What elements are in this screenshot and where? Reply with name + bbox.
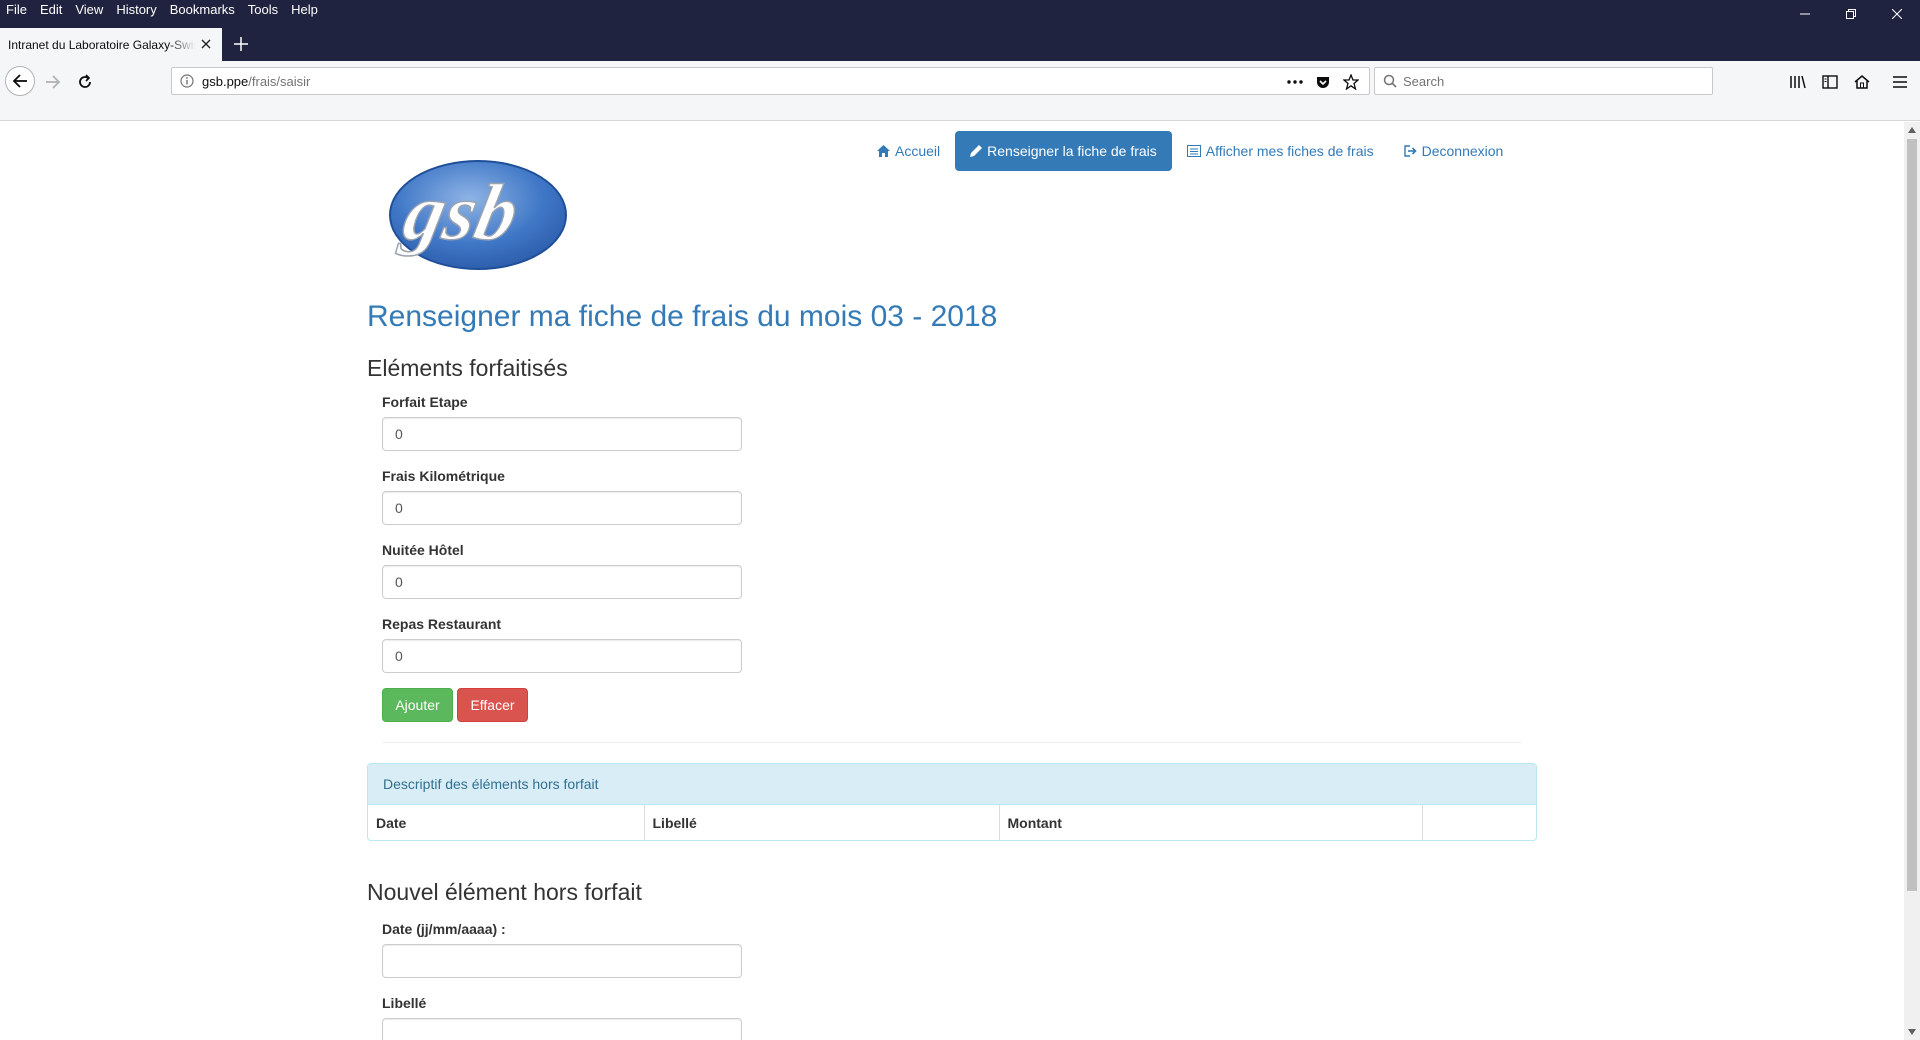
- url-bar[interactable]: gsb.ppe/frais/saisir: [171, 67, 1370, 95]
- clear-button[interactable]: Effacer: [457, 688, 528, 722]
- menu-button[interactable]: [1885, 67, 1915, 97]
- label-forfait-etape: Forfait Etape: [382, 394, 468, 410]
- label-repas-restaurant: Repas Restaurant: [382, 616, 502, 632]
- column-header-actions: [1422, 805, 1536, 840]
- label-frais-kilometrique: Frais Kilométrique: [382, 468, 505, 484]
- site-info-icon[interactable]: [172, 67, 202, 95]
- forward-button[interactable]: [38, 67, 68, 97]
- column-header-montant: Montant: [999, 805, 1423, 840]
- search-bar[interactable]: [1374, 67, 1713, 95]
- menu-tools[interactable]: Tools: [242, 0, 285, 20]
- reload-button[interactable]: [70, 67, 100, 97]
- pocket-button[interactable]: [1309, 71, 1337, 93]
- column-header-date: Date: [368, 805, 645, 840]
- url-text: gsb.ppe/frais/saisir: [202, 74, 310, 89]
- bookmark-star-button[interactable]: [1337, 71, 1365, 93]
- restore-button[interactable]: [1828, 0, 1874, 28]
- divider: [382, 742, 1522, 743]
- off-package-table: Date Libellé Montant: [368, 805, 1536, 840]
- home-button[interactable]: [1847, 67, 1877, 97]
- library-button[interactable]: [1783, 67, 1813, 97]
- page-scrollbar[interactable]: [1904, 122, 1920, 1040]
- web-page: gsb Accueil Renseigner la fiche de frais…: [0, 122, 1904, 1040]
- label-new-date: Date (jj/mm/aaaa) :: [382, 921, 506, 937]
- scroll-down-button[interactable]: [1904, 1024, 1920, 1040]
- gsb-logo: gsb: [389, 160, 567, 270]
- arrow-right-icon: [46, 75, 61, 89]
- input-new-date[interactable]: [382, 944, 742, 978]
- section-title-fixed: Eléments forfaitisés: [367, 355, 568, 381]
- nav-logout-link[interactable]: Deconnexion: [1389, 131, 1519, 171]
- nav-view-expenses-label: Afficher mes fiches de frais: [1205, 143, 1374, 159]
- menu-view[interactable]: View: [69, 0, 110, 20]
- menu-file[interactable]: File: [0, 0, 34, 20]
- home-icon: [1854, 75, 1870, 89]
- sidebar-icon: [1822, 75, 1838, 89]
- section-title-new: Nouvel élément hors forfait: [367, 879, 642, 905]
- column-header-libelle: Libellé: [644, 805, 1000, 840]
- minimize-button[interactable]: [1782, 0, 1828, 28]
- back-button[interactable]: [5, 66, 35, 96]
- page-actions-button[interactable]: [1281, 71, 1309, 93]
- arrow-left-icon: [12, 74, 27, 88]
- library-icon: [1790, 75, 1806, 89]
- navigation-toolbar: gsb.ppe/frais/saisir: [0, 61, 1920, 121]
- pencil-icon: [970, 145, 983, 157]
- search-input[interactable]: [1403, 73, 1693, 89]
- window-controls: [1782, 0, 1920, 28]
- menu-history[interactable]: History: [110, 0, 163, 20]
- table-header-row: Date Libellé Montant: [368, 805, 1536, 840]
- minimize-icon: [1800, 13, 1810, 15]
- off-package-panel: Descriptif des éléments hors forfait Dat…: [367, 763, 1537, 841]
- search-icon: [1383, 74, 1397, 88]
- tab-title: Intranet du Laboratoire Galaxy-Swiss Bou…: [8, 37, 196, 52]
- nav-enter-expense-link[interactable]: Renseigner la fiche de frais: [955, 131, 1172, 171]
- home-icon: [877, 145, 890, 157]
- url-domain: gsb.ppe: [202, 73, 249, 89]
- pocket-icon: [1317, 77, 1329, 88]
- panel-heading: Descriptif des éléments hors forfait: [368, 764, 1536, 805]
- menu-edit[interactable]: Edit: [34, 0, 69, 20]
- scrollbar-thumb[interactable]: [1907, 139, 1917, 891]
- input-forfait-etape[interactable]: [382, 417, 742, 451]
- new-tab-button[interactable]: [230, 33, 252, 55]
- input-nuitee-hotel[interactable]: [382, 565, 742, 599]
- menu-help[interactable]: Help: [285, 0, 325, 20]
- plus-icon: [234, 37, 248, 51]
- tab-close-button[interactable]: [198, 36, 214, 52]
- browser-tab[interactable]: Intranet du Laboratoire Galaxy-Swiss Bou…: [0, 28, 222, 61]
- add-button[interactable]: Ajouter: [382, 688, 453, 722]
- window-titlebar: File Edit View History Bookmarks Tools H…: [0, 0, 1920, 61]
- label-new-libelle: Libellé: [382, 995, 427, 1011]
- nav-logout-label: Deconnexion: [1421, 143, 1504, 159]
- url-path: /frais/saisir: [248, 73, 311, 89]
- restore-icon: [1846, 9, 1856, 19]
- input-repas-restaurant[interactable]: [382, 639, 742, 673]
- scroll-up-button[interactable]: [1904, 122, 1920, 138]
- logout-icon: [1403, 145, 1417, 157]
- close-window-button[interactable]: [1874, 0, 1920, 28]
- input-new-libelle[interactable]: [382, 1018, 742, 1040]
- close-icon: [201, 39, 211, 49]
- chevron-up-icon: [1908, 127, 1916, 133]
- input-frais-kilometrique[interactable]: [382, 491, 742, 525]
- page-title: Renseigner ma fiche de frais du mois 03 …: [367, 300, 998, 333]
- sidebar-button[interactable]: [1815, 67, 1845, 97]
- menu-bookmarks[interactable]: Bookmarks: [164, 0, 242, 20]
- more-icon: [1287, 80, 1303, 84]
- hamburger-icon: [1893, 76, 1907, 88]
- star-icon: [1343, 74, 1359, 90]
- close-icon: [1892, 9, 1902, 19]
- nav-home-link[interactable]: Accueil: [862, 131, 955, 171]
- logo-text: gsb: [394, 169, 526, 257]
- label-nuitee-hotel: Nuitée Hôtel: [382, 542, 464, 558]
- nav-home-label: Accueil: [895, 143, 941, 159]
- chevron-down-icon: [1908, 1029, 1916, 1035]
- reload-icon: [79, 74, 91, 88]
- site-navigation: Accueil Renseigner la fiche de frais Aff…: [862, 131, 1518, 171]
- list-icon: [1186, 145, 1201, 157]
- menu-bar: File Edit View History Bookmarks Tools H…: [0, 0, 325, 20]
- nav-view-expenses-link[interactable]: Afficher mes fiches de frais: [1172, 131, 1389, 171]
- nav-enter-expense-label: Renseigner la fiche de frais: [987, 143, 1157, 159]
